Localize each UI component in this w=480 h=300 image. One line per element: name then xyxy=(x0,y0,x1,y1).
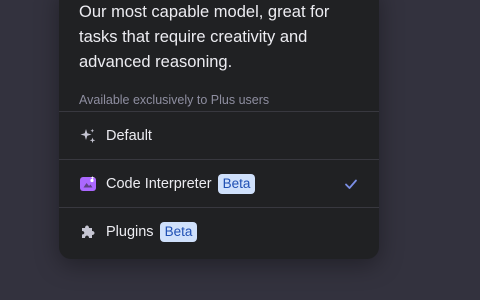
model-selector-popover: Our most capable model, great for tasks … xyxy=(59,0,379,259)
beta-badge: Beta xyxy=(159,221,198,242)
model-description-block: Our most capable model, great for tasks … xyxy=(59,0,379,111)
availability-note: Available exclusively to Plus users xyxy=(79,93,270,107)
sparkle-icon xyxy=(79,127,97,145)
model-description: Our most capable model, great for tasks … xyxy=(79,3,330,71)
option-default[interactable]: Default xyxy=(59,112,379,159)
beta-badge: Beta xyxy=(217,173,256,194)
option-code-interpreter[interactable]: Code Interpreter Beta xyxy=(59,160,379,207)
puzzle-piece-icon xyxy=(79,223,97,241)
code-interpreter-icon xyxy=(79,175,97,193)
option-plugins[interactable]: Plugins Beta xyxy=(59,208,379,255)
option-default-label: Default xyxy=(106,127,152,144)
option-code-interpreter-label: Code Interpreter xyxy=(106,175,212,192)
checkmark-icon xyxy=(345,179,357,189)
option-plugins-label: Plugins xyxy=(106,223,154,240)
